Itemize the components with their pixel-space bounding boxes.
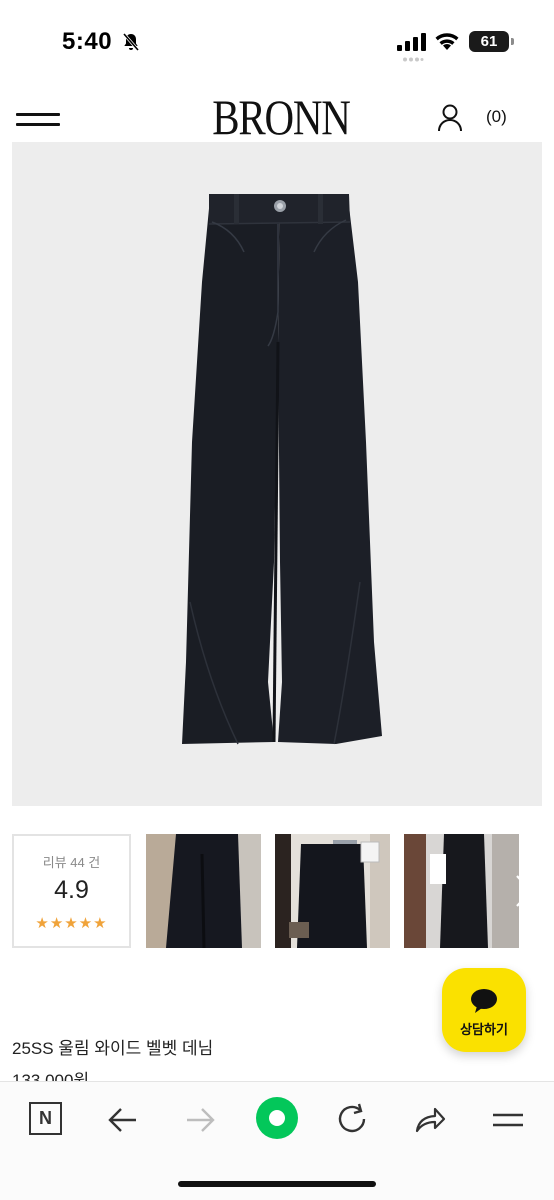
review-photo-2 <box>275 834 390 948</box>
wifi-icon <box>435 33 459 50</box>
bell-off-icon <box>122 33 140 51</box>
cart-count[interactable]: (0) <box>486 107 507 127</box>
signal-icon <box>397 33 426 51</box>
status-time: 5:40 <box>62 28 113 55</box>
review-summary[interactable]: 리뷰 44 건 4.9 ★★★★★ <box>12 834 131 948</box>
back-arrow-icon[interactable] <box>106 1103 140 1137</box>
thumbnail-1[interactable] <box>146 834 261 948</box>
review-photo-1 <box>146 834 261 948</box>
site-header: BRONN (0) <box>0 85 554 145</box>
chat-bubble-icon <box>471 989 497 1013</box>
thumbnail-2[interactable] <box>275 834 390 948</box>
chat-label: 상담하기 <box>460 1022 508 1037</box>
brand-logo[interactable]: BRONN <box>212 91 351 143</box>
chevron-right-icon[interactable] <box>511 872 537 910</box>
naver-n-icon[interactable]: N <box>29 1102 62 1135</box>
home-indicator <box>178 1181 376 1187</box>
refresh-icon[interactable] <box>336 1103 370 1137</box>
battery-icon: 61 <box>469 31 514 52</box>
menu-icon[interactable] <box>16 110 60 130</box>
home-green-icon[interactable] <box>255 1096 299 1140</box>
review-score: 4.9 <box>54 876 89 904</box>
review-count-label: 리뷰 44 건 <box>42 855 101 870</box>
user-icon[interactable] <box>436 103 464 133</box>
camera-indicator-dots <box>403 57 424 62</box>
forward-arrow-icon[interactable] <box>183 1103 217 1137</box>
share-icon[interactable] <box>413 1103 447 1137</box>
thumbnail-3[interactable] <box>404 834 519 948</box>
product-name: 25SS 울림 와이드 벨벳 데님 <box>12 1039 214 1058</box>
review-photo-3 <box>404 834 519 948</box>
status-bar: 5:40 61 <box>0 0 554 80</box>
product-main-image[interactable] <box>12 142 542 806</box>
chat-consult-button[interactable]: 상담하기 <box>442 968 526 1052</box>
star-rating-icon: ★★★★★ <box>35 915 108 932</box>
black-wide-jeans-image <box>182 194 382 745</box>
menu-lines-icon[interactable] <box>491 1103 525 1137</box>
